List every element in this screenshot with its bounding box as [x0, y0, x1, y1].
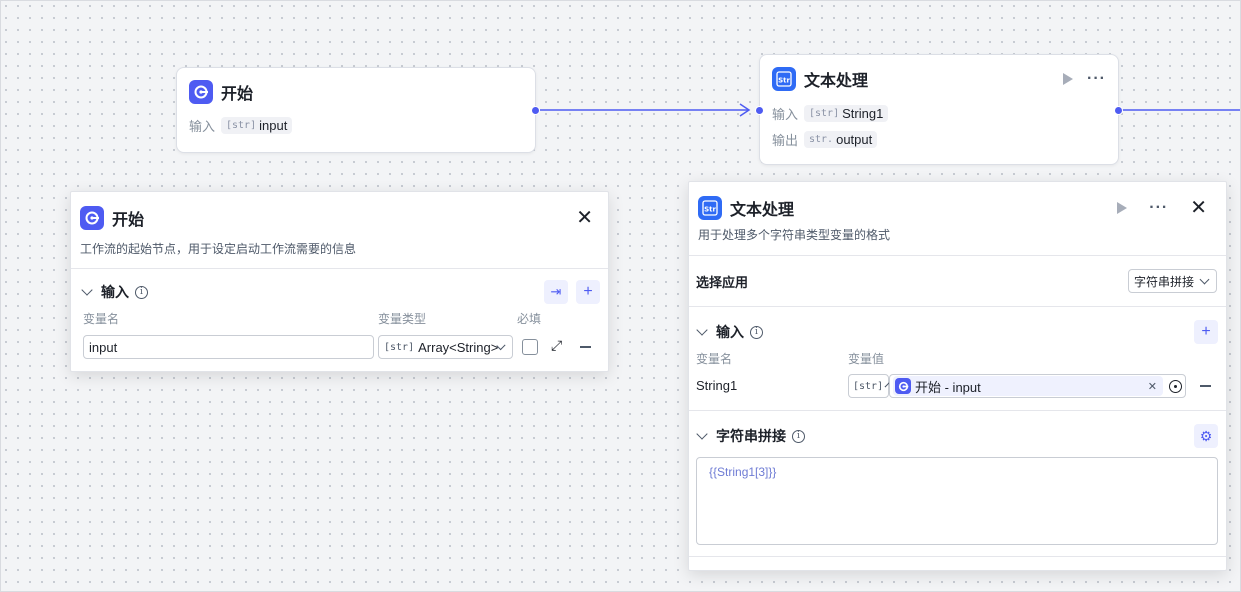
add-variable-button[interactable]: +	[1194, 320, 1218, 344]
remove-variable-icon[interactable]	[580, 346, 591, 348]
select-app-dropdown[interactable]: 字符串拼接	[1127, 269, 1217, 293]
text-panel-description: 用于处理多个字符串类型变量的格式	[698, 228, 891, 242]
chevron-down-icon[interactable]	[696, 428, 708, 440]
play-icon[interactable]	[1063, 73, 1074, 85]
expand-icon[interactable]: ⤢	[551, 337, 562, 354]
gear-icon[interactable]: ⚙	[1194, 424, 1218, 448]
chevron-down-icon[interactable]	[696, 324, 708, 336]
str-icon: Str	[698, 196, 722, 220]
required-checkbox[interactable]	[522, 339, 538, 355]
close-icon[interactable]: ✕	[1190, 198, 1207, 218]
text-panel: Str 文本处理 ··· ✕ 用于处理多个字符串类型变量的格式 选择应用 字符串…	[688, 181, 1227, 571]
start-panel: 开始 ✕ 工作流的起始节点，用于设定启动工作流需要的信息 输入 i ⇥ + 变量…	[70, 191, 609, 372]
concat-section-title: 字符串拼接	[716, 428, 786, 444]
text-node-output-port[interactable]	[1114, 106, 1123, 115]
start-input-section-title: 输入	[101, 284, 129, 300]
text-panel-title: 文本处理	[730, 202, 795, 219]
text-node-title: 文本处理	[804, 73, 869, 90]
info-icon[interactable]: i	[135, 285, 148, 299]
more-icon[interactable]: ···	[1087, 71, 1106, 87]
text-node-input-port[interactable]	[755, 106, 764, 115]
col-variable-value: 变量值	[848, 352, 885, 366]
template-textarea[interactable]: {{String1[3]}}	[696, 457, 1218, 545]
start-node-title: 开始	[221, 86, 254, 103]
col-variable-name: 变量名	[83, 312, 120, 326]
start-node[interactable]: 开始 输入 [str] input	[176, 67, 540, 153]
col-variable-name: 变量名	[696, 352, 733, 366]
info-icon[interactable]: i	[792, 429, 805, 443]
start-panel-description: 工作流的起始节点，用于设定启动工作流需要的信息	[80, 242, 357, 256]
text-input-section-title: 输入	[716, 324, 744, 340]
start-panel-title: 开始	[112, 212, 145, 229]
play-icon[interactable]	[1117, 202, 1128, 214]
add-variable-button[interactable]: +	[576, 280, 600, 304]
close-icon[interactable]: ✕	[576, 208, 593, 228]
svg-text:Str: Str	[704, 206, 716, 214]
svg-text:Str: Str	[778, 77, 790, 85]
chevron-down-icon[interactable]	[81, 284, 93, 296]
target-icon[interactable]	[1169, 379, 1182, 393]
col-variable-type: 变量类型	[378, 312, 427, 326]
variable-type-select[interactable]: [str]	[848, 374, 891, 398]
info-icon[interactable]: i	[750, 325, 763, 339]
str-icon: Str	[772, 67, 796, 91]
start-node-output-port[interactable]	[531, 106, 540, 115]
start-icon	[895, 378, 911, 394]
text-node[interactable]: Str 文本处理 ··· 输入 [str] String1 输出 str. ou…	[755, 54, 1123, 165]
start-icon	[189, 80, 213, 104]
select-app-label: 选择应用	[696, 274, 749, 290]
text-input-section-header[interactable]: 输入 i +	[689, 307, 1226, 357]
remove-variable-icon[interactable]	[1200, 385, 1211, 387]
reference-pill: 开始 - input ✕	[893, 376, 1163, 396]
start-icon	[80, 206, 104, 230]
import-icon[interactable]: ⇥	[544, 280, 568, 304]
concat-section-header[interactable]: 字符串拼接 i ⚙	[689, 416, 1226, 456]
variable-reference-field[interactable]: 开始 - input ✕	[889, 374, 1186, 398]
text-node-input-pill: [str] String1	[804, 104, 889, 122]
variable-name-input[interactable]: input	[83, 335, 374, 359]
col-required: 必填	[517, 312, 542, 326]
text-node-output-label: 输出	[772, 132, 799, 148]
start-node-input-pill: [str] input	[221, 116, 293, 134]
clear-icon[interactable]: ✕	[1148, 380, 1157, 393]
start-input-section-header[interactable]: 输入 i ⇥ +	[71, 272, 608, 312]
variable-type-select[interactable]: [str] Array<String>	[378, 335, 513, 359]
start-node-input-label: 输入	[189, 118, 216, 134]
text-node-input-label: 输入	[772, 106, 799, 122]
variable-name: String1	[696, 378, 738, 393]
more-icon[interactable]: ···	[1149, 200, 1168, 216]
text-node-output-pill: str. output	[804, 130, 878, 148]
